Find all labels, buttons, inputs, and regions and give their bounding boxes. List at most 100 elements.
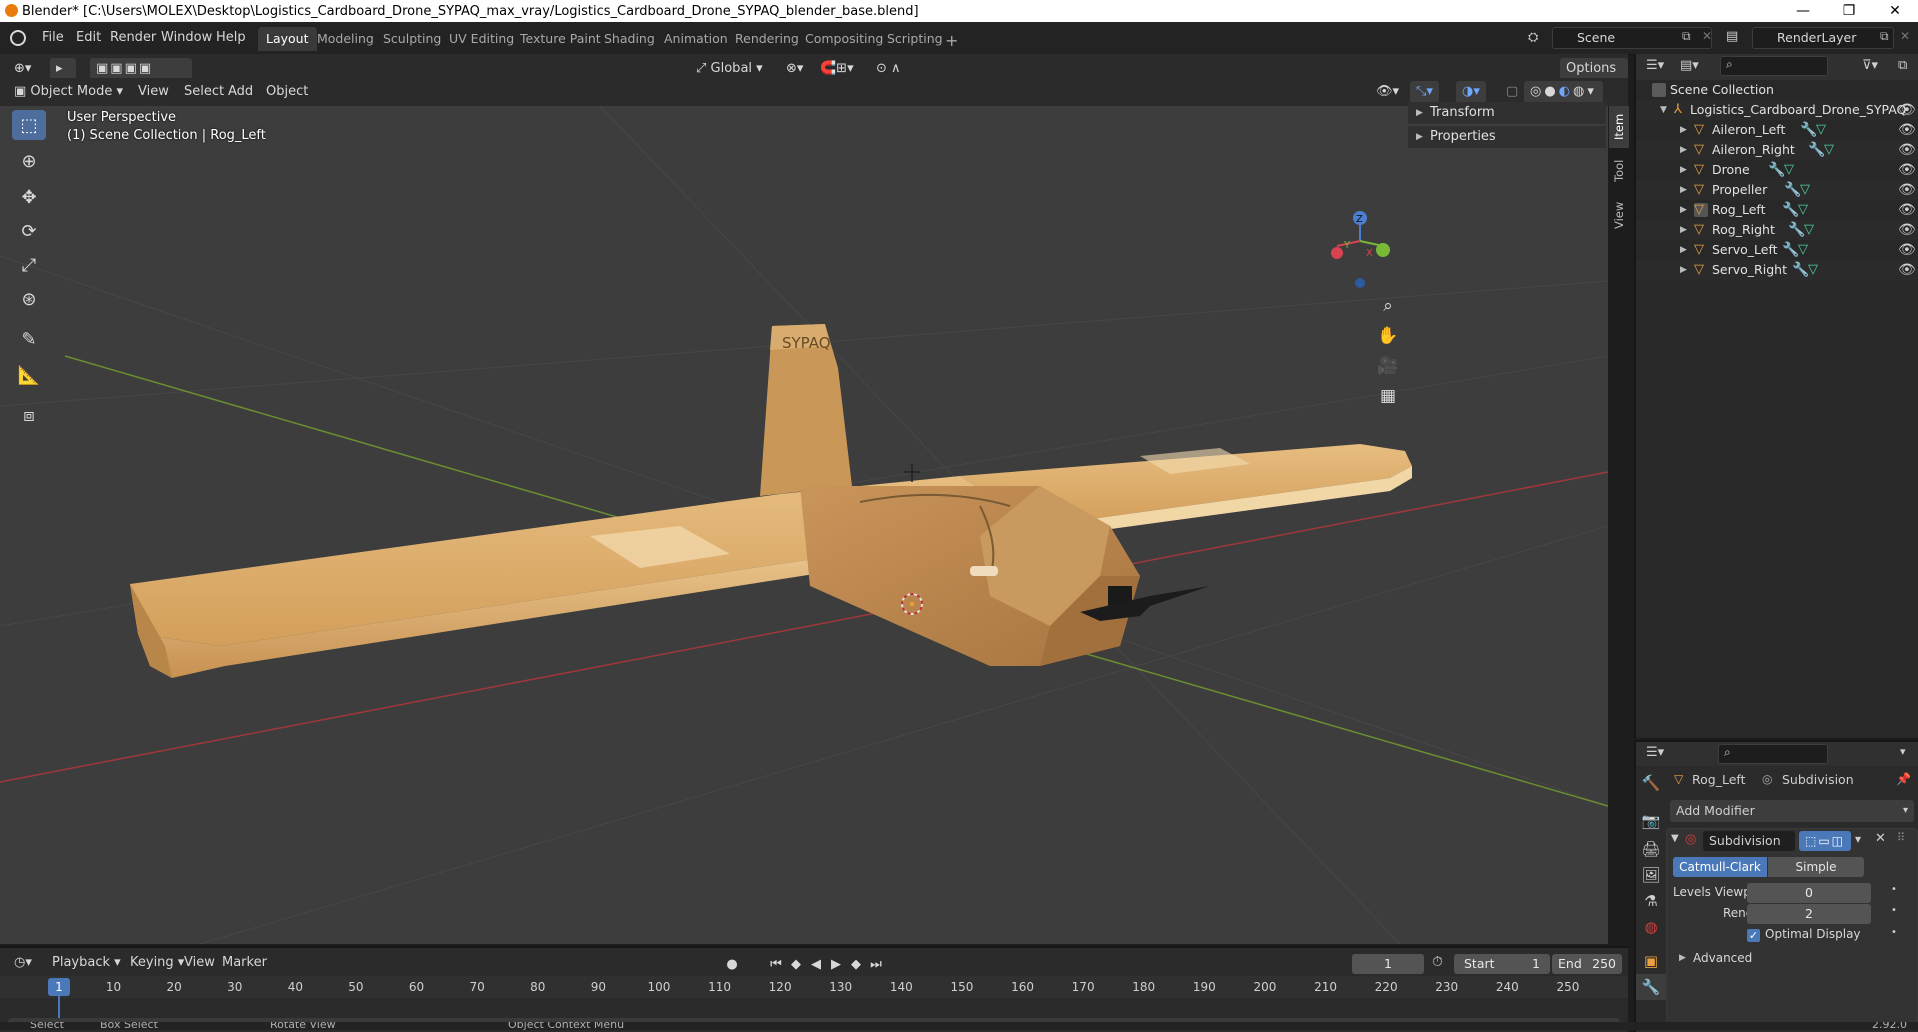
modifier-name-input[interactable]: Subdivision: [1703, 831, 1795, 851]
start-frame-field[interactable]: Start 1: [1454, 954, 1550, 974]
snap-icon[interactable]: 🧲⊞▾: [814, 58, 860, 80]
optimal-display-checkbox[interactable]: ✓: [1747, 929, 1760, 942]
cursor-tool-icon[interactable]: ⊕: [12, 146, 46, 176]
modifier-wrench-icon[interactable]: 🔧: [1800, 120, 1817, 140]
filter-icon[interactable]: ⊽▾: [1862, 58, 1878, 73]
navigation-gizmo[interactable]: Z Y X: [1331, 211, 1390, 288]
render-layer-selector[interactable]: RenderLayer: [1752, 27, 1894, 49]
expand-arrow-icon[interactable]: ▶: [1680, 120, 1687, 140]
outliner-row-servo-right[interactable]: ▶ ▽ Servo_Right 🔧 ▽ 👁: [1636, 260, 1918, 280]
object-properties-icon[interactable]: ▣: [1636, 948, 1666, 974]
advanced-section-label[interactable]: Advanced: [1693, 951, 1752, 965]
tool-properties-icon[interactable]: 🔨: [1636, 770, 1666, 796]
mesh-data-icon[interactable]: ▽: [1800, 180, 1810, 200]
visibility-eye-icon[interactable]: 👁: [1898, 260, 1916, 280]
levels-viewport-field[interactable]: 0: [1747, 883, 1871, 903]
play-reverse-icon[interactable]: ◀: [806, 954, 826, 974]
add-workspace-icon[interactable]: +: [945, 31, 958, 50]
prev-keyframe-icon[interactable]: ◆: [786, 954, 806, 974]
scene-icon[interactable]: ⛭: [1528, 30, 1538, 45]
outliner-scene-collection[interactable]: Scene Collection: [1636, 80, 1918, 100]
object-mode-dropdown[interactable]: ▣ Object Mode ▾: [8, 81, 129, 103]
timeline-editor-type-icon[interactable]: ◷▾: [8, 952, 38, 974]
collapse-arrow-icon[interactable]: ▼: [1671, 833, 1679, 844]
visibility-eye-icon[interactable]: 👁: [1898, 140, 1916, 160]
mesh-data-icon[interactable]: ▽: [1808, 260, 1818, 280]
expand-arrow-icon[interactable]: ▶: [1680, 240, 1687, 260]
tab-scripting[interactable]: Scripting: [879, 27, 951, 51]
blender-menu-icon[interactable]: [10, 30, 26, 46]
tab-modeling[interactable]: Modeling: [309, 27, 382, 51]
tab-uv-editing[interactable]: UV Editing: [441, 27, 522, 51]
expand-arrow-icon[interactable]: ▶: [1679, 953, 1686, 963]
record-icon[interactable]: ●: [722, 954, 742, 974]
expand-arrow-icon[interactable]: ▶: [1680, 180, 1687, 200]
catmull-clark-button[interactable]: Catmull-Clark: [1673, 857, 1767, 877]
menu-file[interactable]: File: [34, 27, 72, 49]
keyframe-dot-icon[interactable]: •: [1891, 884, 1897, 895]
tab-texture-paint[interactable]: Texture Paint: [512, 27, 609, 51]
jump-start-icon[interactable]: ⏮: [766, 954, 786, 974]
mesh-data-icon[interactable]: ▽: [1824, 140, 1834, 160]
outliner-collection-row[interactable]: ▼ ⅄ Logistics_Cardboard_Drone_SYPAQ 👁: [1636, 100, 1918, 120]
tab-view[interactable]: View: [1609, 194, 1629, 236]
view-layer-properties-icon[interactable]: 🖼: [1636, 862, 1666, 888]
play-icon[interactable]: ▶: [826, 954, 846, 974]
timeline-marker-menu[interactable]: Marker: [216, 952, 273, 974]
visibility-eye-icon[interactable]: 👁: [1898, 200, 1916, 220]
modifier-wrench-icon[interactable]: 🔧: [1782, 200, 1799, 220]
transform-section[interactable]: ▶ Transform: [1408, 102, 1606, 124]
expand-arrow-icon[interactable]: ▶: [1680, 140, 1687, 160]
perspective-grid-icon[interactable]: ▦: [1374, 382, 1402, 410]
properties-options-icon[interactable]: ▾: [1900, 745, 1906, 758]
outliner-row-aileron-right[interactable]: ▶ ▽ Aileron_Right 🔧 ▽ 👁: [1636, 140, 1918, 160]
tab-item[interactable]: Item: [1609, 106, 1629, 148]
add-modifier-dropdown[interactable]: Add Modifier ▾: [1670, 800, 1914, 822]
modifier-menu-chevron-icon[interactable]: ▾: [1855, 832, 1861, 846]
mesh-data-icon[interactable]: ▽: [1784, 160, 1794, 180]
menu-object[interactable]: Object: [260, 81, 314, 103]
outliner-row-drone[interactable]: ▶ ▽ Drone 🔧 ▽ 👁: [1636, 160, 1918, 180]
visibility-eye-icon[interactable]: 👁: [1898, 100, 1916, 120]
visibility-icon[interactable]: 👁▾: [1370, 81, 1405, 103]
tab-sculpting[interactable]: Sculpting: [375, 27, 449, 51]
output-properties-icon[interactable]: 🖨: [1636, 836, 1666, 862]
tab-tool[interactable]: Tool: [1609, 150, 1629, 192]
properties-editor-type-icon[interactable]: ☰▾: [1646, 745, 1664, 760]
menu-add[interactable]: Add: [222, 81, 259, 103]
modifier-visibility-toggles[interactable]: ⬚▭◫: [1799, 831, 1851, 851]
menu-help[interactable]: Help: [208, 27, 254, 49]
transform-orientation-dropdown[interactable]: ⤢ Global ▾: [690, 58, 769, 80]
visibility-eye-icon[interactable]: 👁: [1898, 180, 1916, 200]
drag-handle-icon[interactable]: ⠿: [1897, 831, 1905, 844]
tab-layout[interactable]: Layout: [258, 27, 317, 51]
playhead[interactable]: 1: [48, 978, 70, 996]
render-layer-icon[interactable]: ▤: [1726, 29, 1738, 44]
render-properties-icon[interactable]: 📷: [1636, 808, 1666, 834]
new-collection-icon[interactable]: ⧉: [1898, 58, 1907, 73]
mesh-data-icon[interactable]: ▽: [1798, 240, 1808, 260]
transform-tool-icon[interactable]: ⊛: [12, 284, 46, 314]
pin-icon[interactable]: 📌: [1896, 772, 1911, 786]
modifier-wrench-icon[interactable]: 🔧: [1808, 140, 1825, 160]
outliner-row-aileron-left[interactable]: ▶ ▽ Aileron_Left 🔧 ▽ 👁: [1636, 120, 1918, 140]
outliner-row-servo-left[interactable]: ▶ ▽ Servo_Left 🔧 ▽ 👁: [1636, 240, 1918, 260]
editor-type-icon[interactable]: ⊕▾: [8, 58, 37, 80]
playback-menu[interactable]: Playback ▾: [46, 952, 127, 974]
properties-section[interactable]: ▶ Properties: [1408, 126, 1606, 148]
gizmo-x-icon[interactable]: [1331, 247, 1343, 259]
remove-layer-icon[interactable]: ✕: [1900, 29, 1910, 43]
modifier-wrench-icon[interactable]: 🔧: [1768, 160, 1785, 180]
select-tool-icon[interactable]: ▸: [50, 58, 76, 80]
pivot-icon[interactable]: ⊗▾: [780, 58, 809, 80]
pan-hand-icon[interactable]: ✋: [1374, 322, 1402, 350]
select-box-tool-icon[interactable]: ⬚: [12, 110, 46, 140]
maximize-button[interactable]: ❐: [1826, 0, 1872, 22]
3d-viewport[interactable]: SYPAQ Z Y X User Perspective (1) Scene C…: [0, 106, 1608, 944]
stopwatch-icon[interactable]: ⏱: [1432, 954, 1443, 970]
modifier-wrench-icon[interactable]: 🔧: [1784, 180, 1801, 200]
gizmo-neg-z-icon[interactable]: [1355, 278, 1365, 288]
tab-compositing[interactable]: Compositing: [797, 27, 891, 51]
properties-search-input[interactable]: [1718, 744, 1828, 764]
visibility-eye-icon[interactable]: 👁: [1898, 160, 1916, 180]
